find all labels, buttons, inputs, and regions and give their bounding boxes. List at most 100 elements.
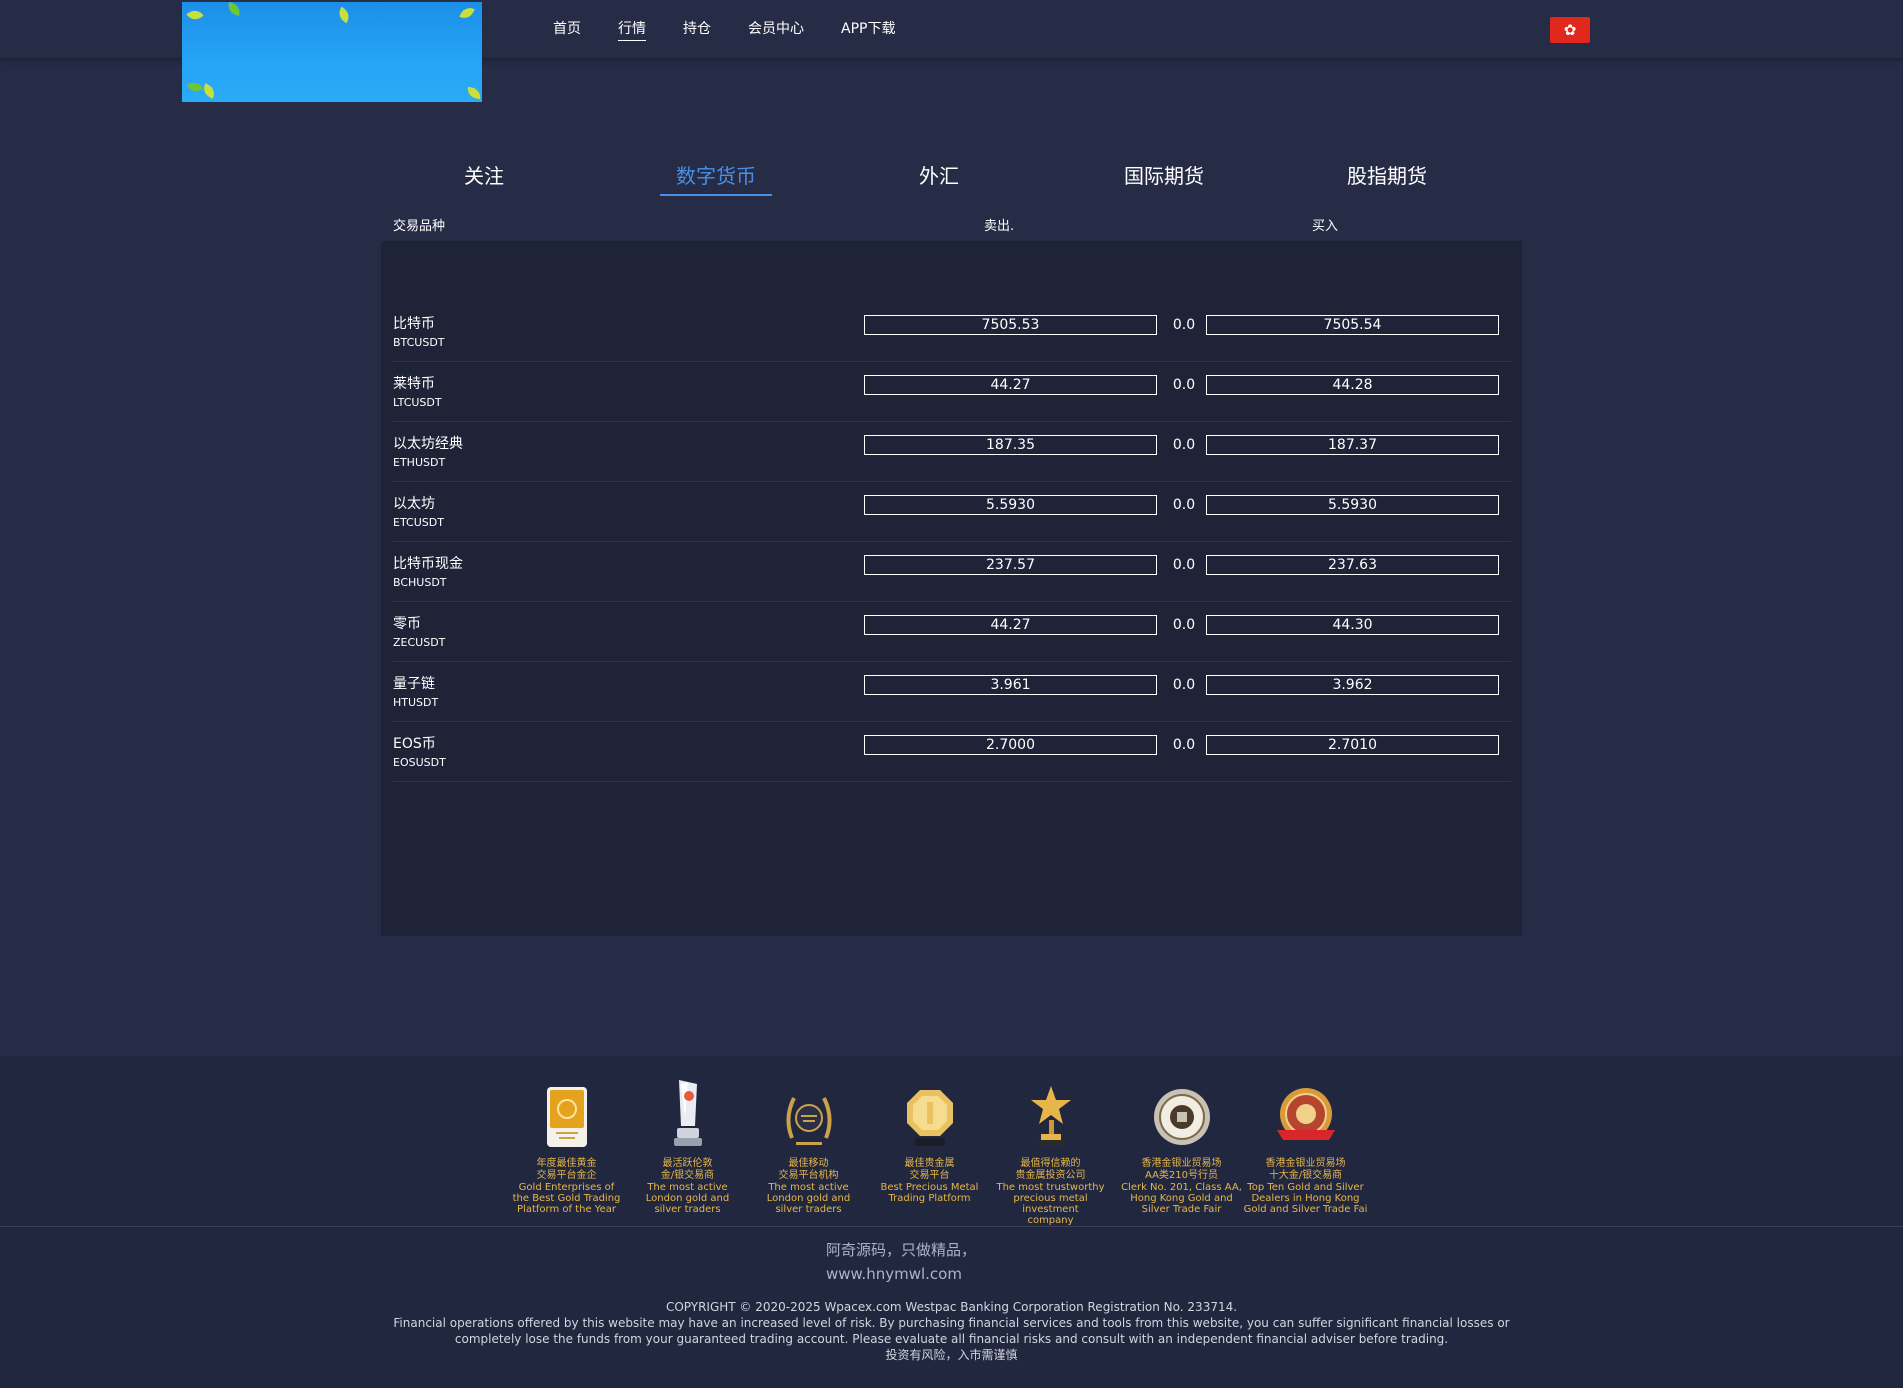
slogan-url[interactable]: www.hnymwl.com [826,1262,976,1286]
award-cn-line: 十大金/银交易商 [1268,1170,1343,1181]
award-en-line: the Best Gold Trading [512,1193,621,1204]
instrument-code: BTCUSDT [393,336,445,349]
nav-app-download[interactable]: APP下载 [841,18,895,40]
award-en-line: Gold Enterprises of [518,1182,615,1193]
buy-price[interactable]: 237.63 [1206,555,1499,575]
award-en-line: Silver Trade Fair [1141,1204,1222,1215]
table-row[interactable]: EOS币 EOSUSDT 2.7000 0.0 2.7010 [393,721,1511,782]
award-cn-line: 香港金银业贸易场 [1141,1158,1222,1169]
table-row[interactable]: 量子链 HTUSDT 3.961 0.0 3.962 [393,661,1511,722]
price-change: 0.0 [1172,317,1196,333]
award-cn-line: 交易平台机构 [778,1170,839,1181]
award-item: 年度最佳黄金 交易平台金企 Gold Enterprises of the Best… [504,1078,629,1215]
price-change: 0.0 [1172,497,1196,513]
price-change: 0.0 [1172,737,1196,753]
award-item: 香港金银业贸易场 十大金/银交易商 Top Ten Gold and Silver… [1243,1078,1368,1215]
award-cn-line: 金/银交易商 [660,1170,715,1181]
nav-home[interactable]: 首页 [553,18,581,40]
star-trophy-icon [1030,1086,1071,1146]
table-row[interactable]: 比特币 BTCUSDT 7505.53 0.0 7505.54 [393,301,1511,362]
red-ribbon-seal-icon [1276,1088,1335,1140]
price-change: 0.0 [1172,557,1196,573]
award-en-line: Gold and Silver Trade Fai [1243,1204,1368,1215]
table-row[interactable]: 零币 ZECUSDT 44.27 0.0 44.30 [393,601,1511,662]
sell-price[interactable]: 3.961 [864,675,1157,695]
leaf-icon [225,2,243,17]
buy-price[interactable]: 7505.54 [1206,315,1499,335]
leaf-icon [200,83,218,99]
leaf-icon [335,6,353,24]
award-item: 最活跃伦敦 金/银交易商 The most active London gold a… [625,1078,750,1215]
award-en-line: The most active [768,1182,849,1193]
buy-price[interactable]: 44.28 [1206,375,1499,395]
awards-bar: 年度最佳黄金 交易平台金企 Gold Enterprises of the Best… [0,1056,1903,1227]
buy-price[interactable]: 2.7010 [1206,735,1499,755]
leaf-icon [466,86,482,100]
award-en-line: Best Precious Metal [880,1182,979,1193]
buy-price[interactable]: 44.30 [1206,615,1499,635]
column-header-buy: 买入 [1312,219,1339,234]
award-cn-line: 年度最佳黄金 [536,1158,597,1169]
gold-plaque-icon [546,1087,587,1147]
sell-price[interactable]: 2.7000 [864,735,1157,755]
award-en-line: London gold and [766,1193,851,1204]
logo-banner[interactable] [182,2,482,102]
sell-price[interactable]: 44.27 [864,615,1157,635]
table-row[interactable]: 比特币现金 BCHUSDT 237.57 0.0 237.63 [393,541,1511,602]
table-row[interactable]: 以太坊 ETCUSDT 5.5930 0.0 5.5930 [393,481,1511,542]
sell-price[interactable]: 7505.53 [864,315,1157,335]
award-en-line: precious metal investment [1013,1193,1088,1215]
nav-market[interactable]: 行情 [618,18,646,41]
column-header-instrument: 交易品种 [393,219,446,234]
instrument-name: 量子链 [393,676,435,692]
instrument-name: 以太坊 [393,496,435,512]
instrument-code: HTUSDT [393,696,439,709]
award-cn-line: 交易平台金企 [536,1170,597,1181]
laurel-medal-icon [786,1097,831,1145]
hong-kong-flag-icon[interactable]: ✿ [1550,17,1590,43]
award-en-line: Hong Kong Gold and [1130,1193,1233,1204]
award-en-line: The most trustworthy [996,1182,1105,1193]
tab-forex[interactable]: 外汇 [903,160,975,194]
page-footer: 阿奇源码，只做精品， www.hnymwl.com COPYRIGHT © 20… [0,1227,1903,1388]
sell-price[interactable]: 237.57 [864,555,1157,575]
instrument-code: BCHUSDT [393,576,447,589]
copyright-text: COPYRIGHT © 2020-2025 Wpacex.com Westpac… [665,1300,1238,1314]
sell-price[interactable]: 5.5930 [864,495,1157,515]
award-item: 香港金银业贸易场 AA类210号行员 Clerk No. 201, Class A… [1119,1078,1244,1215]
buy-price[interactable]: 187.37 [1206,435,1499,455]
buy-price[interactable]: 5.5930 [1206,495,1499,515]
risk-disclaimer: Financial operations offered by this web… [393,1316,1510,1330]
table-row[interactable]: 以太坊经典 ETHUSDT 187.35 0.0 187.37 [393,421,1511,482]
sell-price[interactable]: 44.27 [864,375,1157,395]
slogan-text: 阿奇源码，只做精品， [826,1241,977,1259]
award-en-line: Dealers in Hong Kong [1251,1193,1360,1204]
award-en-line: Trading Platform [888,1193,971,1204]
instrument-name: 比特币现金 [393,556,463,572]
gold-octagon-icon [906,1090,953,1146]
price-change: 0.0 [1172,677,1196,693]
table-row[interactable]: 莱特币 LTCUSDT 44.27 0.0 44.28 [393,361,1511,422]
price-change: 0.0 [1172,617,1196,633]
buy-price[interactable]: 3.962 [1206,675,1499,695]
award-en-line: silver traders [654,1204,721,1215]
award-cn-line: 最佳移动 [788,1158,829,1169]
tab-intl-futures[interactable]: 国际期货 [1108,160,1220,194]
award-en-line: The most active [647,1182,728,1193]
sell-price[interactable]: 187.35 [864,435,1157,455]
award-item: 最值得信赖的 贵金属投资公司 The most trustworthy precio… [988,1078,1113,1226]
instrument-name: 莱特币 [393,376,435,392]
tab-watchlist[interactable]: 关注 [448,160,520,194]
footer-slogan: 阿奇源码，只做精品， www.hnymwl.com [826,1238,976,1286]
tab-crypto[interactable]: 数字货币 [660,160,772,196]
tab-index-futures[interactable]: 股指期货 [1331,160,1443,194]
instrument-code: ETCUSDT [393,516,444,529]
instrument-code: ETHUSDT [393,456,446,469]
instrument-name: EOS币 [393,736,436,752]
award-cn-line: 香港金银业贸易场 [1265,1158,1346,1169]
instrument-code: ZECUSDT [393,636,446,649]
market-tabs: 关注 数字货币 外汇 国际期货 股指期货 [380,160,1520,198]
leaf-icon [186,79,204,95]
nav-positions[interactable]: 持仓 [683,18,711,40]
nav-member-center[interactable]: 会员中心 [748,18,804,40]
